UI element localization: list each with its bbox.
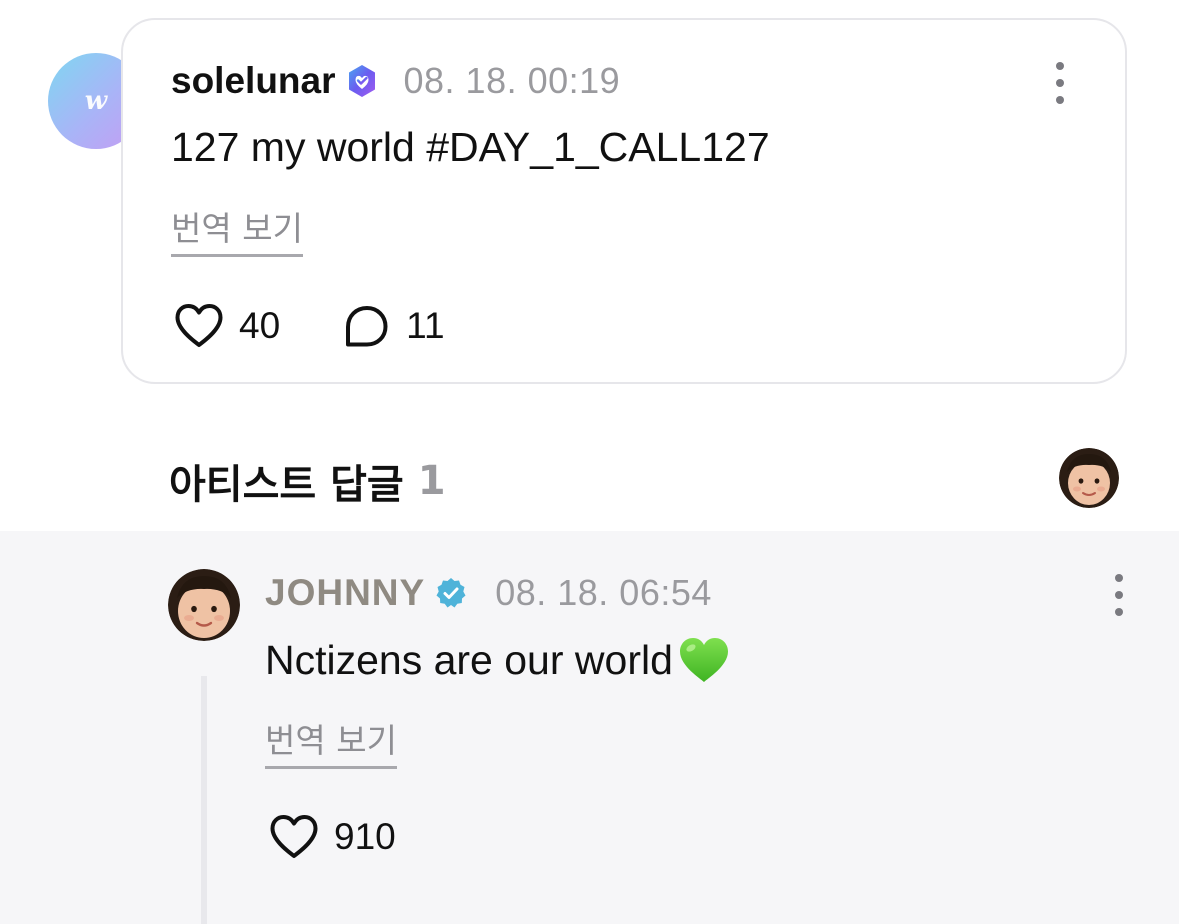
reply-like-button[interactable]: 910 xyxy=(268,813,396,861)
reply-translate-link[interactable]: 번역 보기 xyxy=(265,714,397,769)
comment-bubble-icon xyxy=(346,306,388,347)
post-card[interactable]: solelunar 08. 18. 00:19 127 my world #DA… xyxy=(121,18,1127,384)
artist-avatar-small[interactable] xyxy=(1059,448,1119,508)
post-translate-label: 번역 보기 xyxy=(171,209,303,248)
artist-avatar-image xyxy=(1059,448,1119,508)
verified-badge-icon xyxy=(348,65,375,97)
artist-replies-label: 아티스트 답글 xyxy=(169,462,404,508)
post-username[interactable]: solelunar xyxy=(171,60,336,102)
post-more-options-icon[interactable] xyxy=(1045,60,1075,106)
post-timestamp: 08. 18. 00:19 xyxy=(403,60,621,101)
post-translate-link[interactable]: 번역 보기 xyxy=(171,202,303,257)
heart-outline-icon xyxy=(175,304,223,347)
artist-avatar[interactable] xyxy=(168,569,240,641)
green-heart-emoji-icon xyxy=(679,638,728,682)
artist-reply-section: JOHNNY 08. 18. 06:54 Nctizens are our wo… xyxy=(0,531,1179,924)
reply-like-count: 910 xyxy=(334,816,396,857)
heart-outline-icon xyxy=(270,815,318,858)
reply-meta: JOHNNY 08. 18. 06:54 xyxy=(265,570,712,616)
post-comment-button[interactable]: 11 xyxy=(340,302,445,350)
artist-replies-title: 아티스트 답글 1 xyxy=(169,452,446,510)
verified-check-icon xyxy=(436,578,466,608)
post-actions: 40 11 xyxy=(173,302,445,350)
reply-text: Nctizens are our world xyxy=(265,636,673,683)
artist-avatar-photo xyxy=(168,569,240,641)
reply-timestamp: 08. 18. 06:54 xyxy=(495,572,712,613)
reply-translate-label: 번역 보기 xyxy=(265,721,397,760)
artist-replies-count: 1 xyxy=(417,458,446,504)
reply-username[interactable]: JOHNNY xyxy=(265,572,425,614)
post-like-count: 40 xyxy=(239,305,281,346)
reply-text-line: Nctizens are our world xyxy=(265,635,731,685)
weverse-w-icon: w xyxy=(84,86,108,116)
reply-more-options-icon[interactable] xyxy=(1104,572,1134,618)
post-comment-count: 11 xyxy=(406,305,445,346)
post-like-button[interactable]: 40 xyxy=(173,302,280,350)
reply-actions: 910 xyxy=(268,813,396,861)
post-text: 127 my world #DAY_1_CALL127 xyxy=(171,124,770,170)
reply-thread-line xyxy=(201,676,207,924)
post-meta: solelunar 08. 18. 00:19 xyxy=(171,58,620,104)
